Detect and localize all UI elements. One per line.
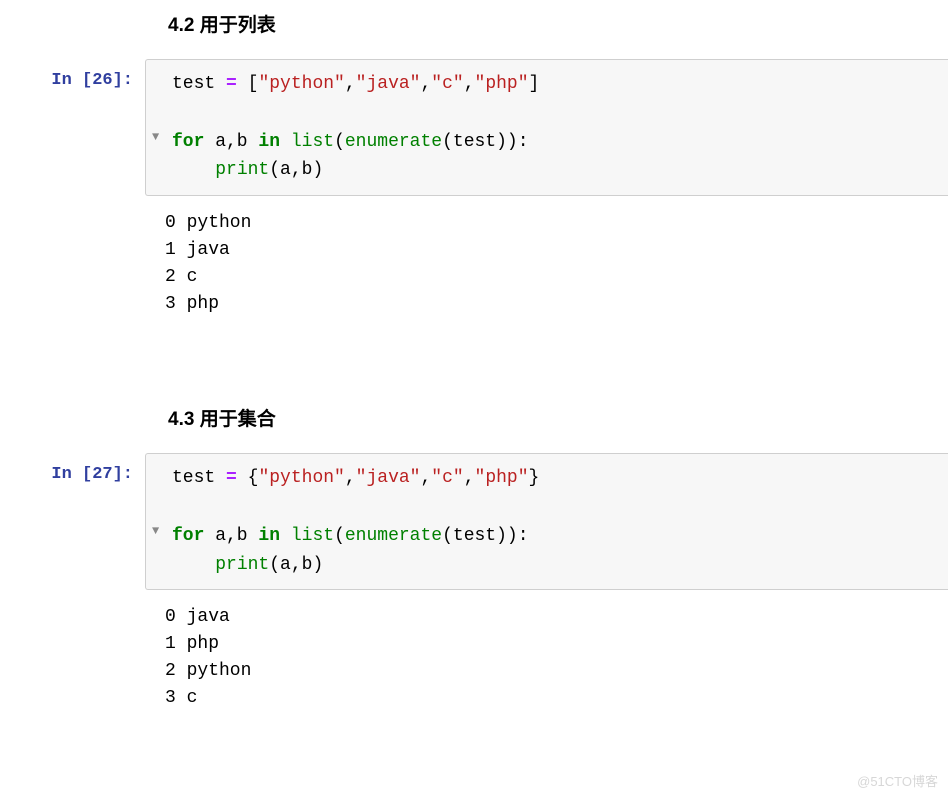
fold-arrow-icon[interactable]: ▼ (152, 128, 159, 147)
code-line: ▼for a,b in list(enumerate(test)): (172, 128, 938, 157)
cell-output: 0 java 1 php 2 python 3 c (145, 590, 948, 722)
notebook-container: 4.2 用于列表 In [26]: test = ["python","java… (0, 10, 948, 722)
code-line: test = {"python","java","c","php"} (172, 464, 938, 493)
section-heading-4-3: 4.3 用于集合 (168, 404, 948, 431)
cell-input-row: In [26]: test = ["python","java","c","ph… (0, 59, 948, 196)
spacer (0, 334, 948, 394)
cell-output: 0 python 1 java 2 c 3 php (145, 196, 948, 328)
input-prompt: In [27]: (0, 453, 145, 484)
prompt-number: 26 (92, 71, 112, 90)
prompt-number: 27 (92, 465, 112, 484)
code-input-area[interactable]: test = ["python","java","c","php"] ▼for … (145, 59, 948, 196)
code-line-blank (172, 99, 938, 128)
prompt-prefix: In [ (51, 465, 92, 484)
prompt-prefix: In [ (51, 71, 92, 90)
cell-input-row: In [27]: test = {"python","java","c","ph… (0, 453, 948, 590)
code-line-blank (172, 493, 938, 522)
watermark: @51CTO博客 (857, 771, 938, 790)
code-cell-27[interactable]: In [27]: test = {"python","java","c","ph… (0, 453, 948, 722)
input-prompt: In [26]: (0, 59, 145, 90)
prompt-suffix: ]: (113, 465, 133, 484)
code-line: ▼for a,b in list(enumerate(test)): (172, 522, 938, 551)
code-line: test = ["python","java","c","php"] (172, 70, 938, 99)
fold-arrow-icon[interactable]: ▼ (152, 522, 159, 541)
code-line: print(a,b) (172, 551, 938, 580)
prompt-suffix: ]: (113, 71, 133, 90)
section-heading-4-2: 4.2 用于列表 (168, 10, 948, 37)
code-cell-26[interactable]: In [26]: test = ["python","java","c","ph… (0, 59, 948, 328)
code-input-area[interactable]: test = {"python","java","c","php"} ▼for … (145, 453, 948, 590)
code-line: print(a,b) (172, 156, 938, 185)
